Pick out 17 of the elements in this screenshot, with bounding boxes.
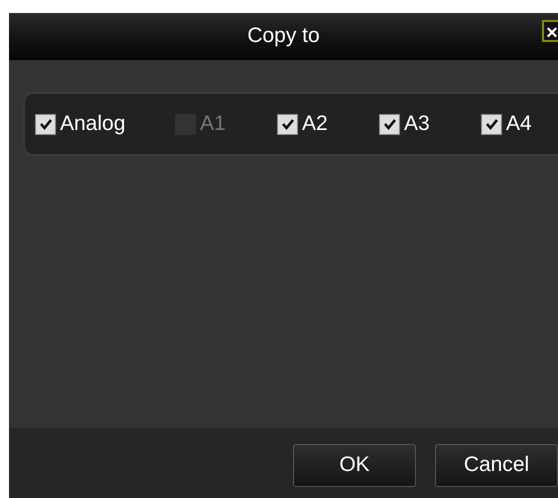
ok-button[interactable]: OK <box>293 444 416 486</box>
window-title: Copy to <box>247 24 320 48</box>
checkbox[interactable] <box>277 114 298 134</box>
checkbox-label: A2 <box>302 112 328 136</box>
cancel-button[interactable]: Cancel <box>435 444 558 486</box>
checkbox-label: A4 <box>506 112 532 136</box>
check-icon <box>484 117 498 131</box>
check-icon <box>280 117 294 131</box>
checkbox-label: A1 <box>200 112 226 136</box>
checkbox[interactable] <box>35 114 56 134</box>
checkbox[interactable] <box>481 114 502 134</box>
checkbox-label: Analog <box>60 112 126 136</box>
checkbox-label: A3 <box>404 112 430 136</box>
check-icon <box>382 117 396 131</box>
checkbox[interactable] <box>379 114 400 134</box>
close-button[interactable]: × <box>542 20 558 42</box>
check-icon <box>38 117 52 131</box>
